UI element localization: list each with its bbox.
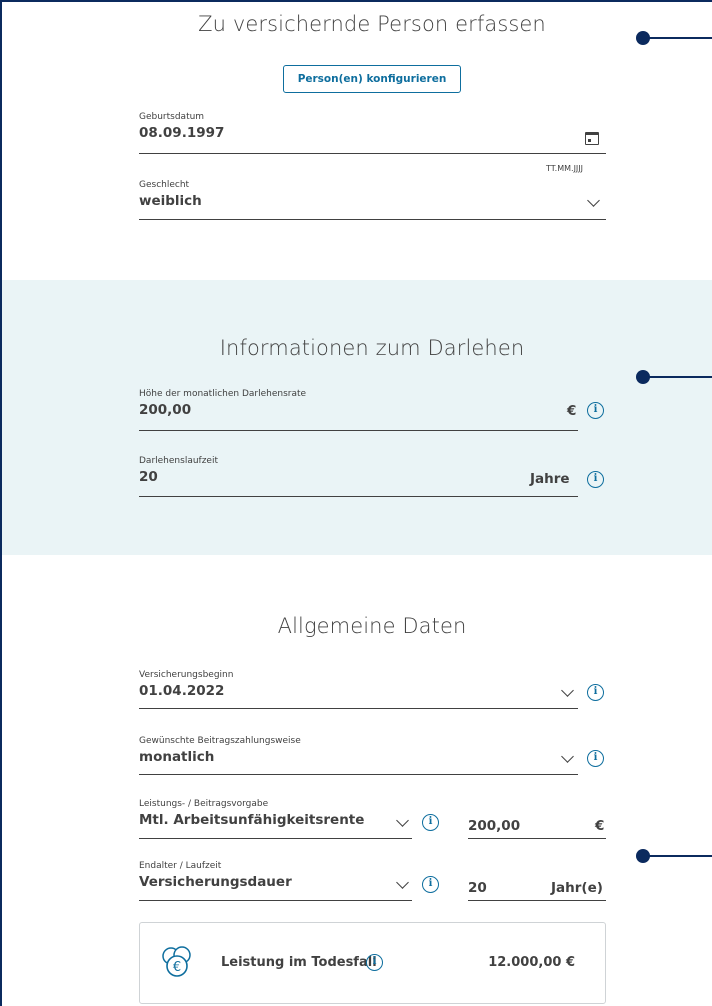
svg-text:€: € bbox=[173, 960, 181, 975]
birthdate-underline bbox=[139, 153, 606, 154]
monthly-rate-field[interactable]: Höhe der monatlichen Darlehensrate 200,0… bbox=[139, 389, 306, 418]
payment-mode-underline bbox=[139, 774, 578, 775]
birthdate-label: Geburtsdatum bbox=[139, 112, 205, 122]
end-age-underline bbox=[139, 900, 412, 901]
duration-amount-unit: Jahr(e) bbox=[551, 880, 603, 896]
connector-line bbox=[645, 855, 712, 857]
benefit-type-value[interactable]: Mtl. Arbeitsunfähigkeitsrente bbox=[139, 812, 364, 828]
benefit-amount-unit: € bbox=[595, 818, 605, 834]
info-icon[interactable]: i bbox=[587, 684, 604, 701]
monthly-rate-value[interactable]: 200,00 bbox=[139, 402, 306, 418]
benefit-type-underline bbox=[139, 838, 412, 839]
insurance-start-field[interactable]: Versicherungsbeginn 01.04.2022 bbox=[139, 670, 233, 699]
person-section-title: Zu versichernde Person erfassen bbox=[198, 12, 546, 36]
death-benefit-label-text: Leistung im Todesfall bbox=[221, 955, 377, 970]
insurance-start-label: Versicherungsbeginn bbox=[139, 670, 234, 680]
benefit-type-label: Leistungs- / Beitragsvorgabe bbox=[139, 799, 269, 809]
loan-duration-label: Darlehenslaufzeit bbox=[139, 456, 218, 466]
gender-label: Geschlecht bbox=[139, 180, 190, 190]
end-age-field[interactable]: Endalter / Laufzeit Versicherungsdauer bbox=[139, 861, 292, 890]
gender-field[interactable]: Geschlecht weiblich bbox=[139, 180, 202, 209]
date-format-hint: TT.MM.JJJJ bbox=[546, 164, 584, 173]
benefit-amount-underline bbox=[468, 838, 606, 839]
configure-persons-button[interactable]: Person(en) konfigurieren bbox=[283, 65, 461, 93]
death-benefit-label: Leistung im Todesfall bbox=[221, 955, 377, 970]
calendar-icon[interactable] bbox=[585, 132, 599, 145]
euro-coins-icon: € bbox=[162, 946, 191, 977]
monthly-rate-underline bbox=[139, 430, 578, 431]
gender-underline bbox=[139, 219, 606, 220]
end-age-value[interactable]: Versicherungsdauer bbox=[139, 874, 292, 890]
info-icon[interactable]: i bbox=[587, 471, 604, 488]
insurance-start-underline bbox=[139, 708, 578, 709]
years-unit: Jahre bbox=[530, 471, 570, 487]
info-icon[interactable]: i bbox=[366, 954, 383, 971]
loan-section-title: Informationen zum Darlehen bbox=[219, 336, 525, 360]
connector-line bbox=[645, 376, 712, 378]
birthdate-field[interactable]: Geburtsdatum 08.09.1997 bbox=[139, 112, 224, 141]
payment-mode-field[interactable]: Gewünschte Beitragszahlungsweise monatli… bbox=[139, 736, 301, 765]
general-section-title: Allgemeine Daten bbox=[277, 614, 467, 638]
benefit-amount-value[interactable]: 200,00 bbox=[468, 818, 520, 834]
currency-unit: € bbox=[567, 403, 577, 419]
duration-amount-value[interactable]: 20 bbox=[468, 880, 487, 896]
death-benefit-card: € Leistung im Todesfall i 12.000,00 € bbox=[139, 922, 606, 1004]
info-icon[interactable]: i bbox=[422, 876, 439, 893]
monthly-rate-label: Höhe der monatlichen Darlehensrate bbox=[139, 389, 307, 399]
person-section bbox=[2, 2, 712, 280]
gender-value[interactable]: weiblich bbox=[139, 193, 202, 209]
birthdate-value[interactable]: 08.09.1997 bbox=[139, 125, 224, 141]
loan-section bbox=[2, 280, 712, 555]
loan-duration-value[interactable]: 20 bbox=[139, 469, 218, 485]
duration-amount-underline bbox=[468, 900, 606, 901]
end-age-label: Endalter / Laufzeit bbox=[139, 861, 222, 871]
death-benefit-value: 12.000,00 € bbox=[488, 955, 575, 970]
payment-mode-value[interactable]: monatlich bbox=[139, 749, 301, 765]
connector-line bbox=[645, 37, 712, 39]
payment-mode-label: Gewünschte Beitragszahlungsweise bbox=[139, 736, 301, 746]
loan-duration-underline bbox=[139, 496, 578, 497]
loan-duration-field[interactable]: Darlehenslaufzeit 20 bbox=[139, 456, 218, 485]
info-icon[interactable]: i bbox=[422, 814, 439, 831]
info-icon[interactable]: i bbox=[587, 402, 604, 419]
info-icon[interactable]: i bbox=[587, 750, 604, 767]
insurance-start-value[interactable]: 01.04.2022 bbox=[139, 683, 233, 699]
benefit-type-field[interactable]: Leistungs- / Beitragsvorgabe Mtl. Arbeit… bbox=[139, 799, 364, 828]
